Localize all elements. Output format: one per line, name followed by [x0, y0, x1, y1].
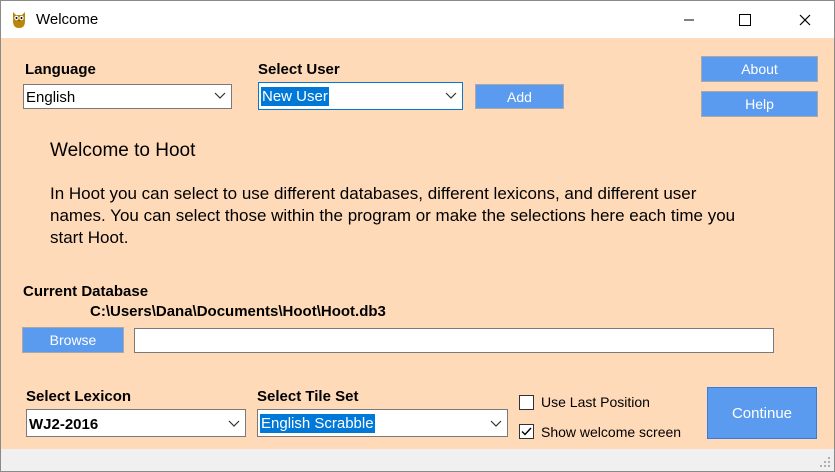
- help-button[interactable]: Help: [701, 91, 818, 117]
- minimize-button[interactable]: [666, 1, 712, 38]
- chevron-down-icon: [490, 420, 502, 427]
- database-path: C:\Users\Dana\Documents\Hoot\Hoot.db3: [90, 303, 386, 320]
- welcome-text-line-3: start Hoot.: [50, 228, 129, 247]
- lexicon-selected-value: WJ2-2016: [29, 416, 99, 433]
- title-bar: Welcome: [1, 1, 834, 38]
- language-select[interactable]: English: [23, 84, 232, 109]
- resize-grip-icon[interactable]: [819, 456, 831, 468]
- user-select[interactable]: New User: [258, 82, 463, 110]
- show-welcome-screen-checkbox[interactable]: [519, 424, 534, 439]
- user-selected-value: New User: [261, 87, 329, 106]
- welcome-text-line-1: In Hoot you can select to use different …: [50, 184, 697, 203]
- owl-icon: [13, 12, 25, 28]
- continue-button[interactable]: Continue: [707, 387, 817, 439]
- chevron-down-icon: [214, 92, 226, 99]
- welcome-heading: Welcome to Hoot: [50, 140, 196, 161]
- welcome-text-line-2: names. You can select those within the p…: [50, 206, 736, 225]
- select-tile-set-label: Select Tile Set: [257, 388, 359, 405]
- add-user-button[interactable]: Add: [475, 84, 564, 109]
- window-title: Welcome: [36, 11, 99, 28]
- minimize-icon: [684, 19, 694, 20]
- tile-set-selected-value: English Scrabble: [260, 414, 375, 433]
- language-selected-value: English: [26, 89, 76, 106]
- about-button[interactable]: About: [701, 56, 818, 82]
- close-icon: [799, 14, 811, 25]
- current-database-label: Current Database: [23, 283, 149, 300]
- status-bar: [1, 449, 834, 471]
- select-lexicon-label: Select Lexicon: [26, 388, 132, 405]
- show-welcome-screen-label: Show welcome screen: [541, 424, 682, 440]
- browse-button[interactable]: Browse: [22, 327, 124, 353]
- chevron-down-icon: [445, 92, 457, 99]
- use-last-position-label: Use Last Position: [541, 394, 650, 410]
- database-path-input[interactable]: [134, 328, 774, 353]
- language-label: Language: [25, 61, 96, 78]
- maximize-icon: [739, 13, 751, 26]
- close-button[interactable]: [782, 1, 828, 38]
- chevron-down-icon: [228, 420, 240, 427]
- select-user-label: Select User: [258, 61, 340, 78]
- welcome-window: Welcome Language English Select User New…: [0, 0, 835, 472]
- maximize-button[interactable]: [722, 1, 768, 38]
- tile-set-select[interactable]: English Scrabble: [257, 409, 508, 437]
- use-last-position-checkbox[interactable]: [519, 395, 534, 410]
- lexicon-select[interactable]: WJ2-2016: [26, 409, 246, 437]
- checkmark-icon: [521, 427, 532, 436]
